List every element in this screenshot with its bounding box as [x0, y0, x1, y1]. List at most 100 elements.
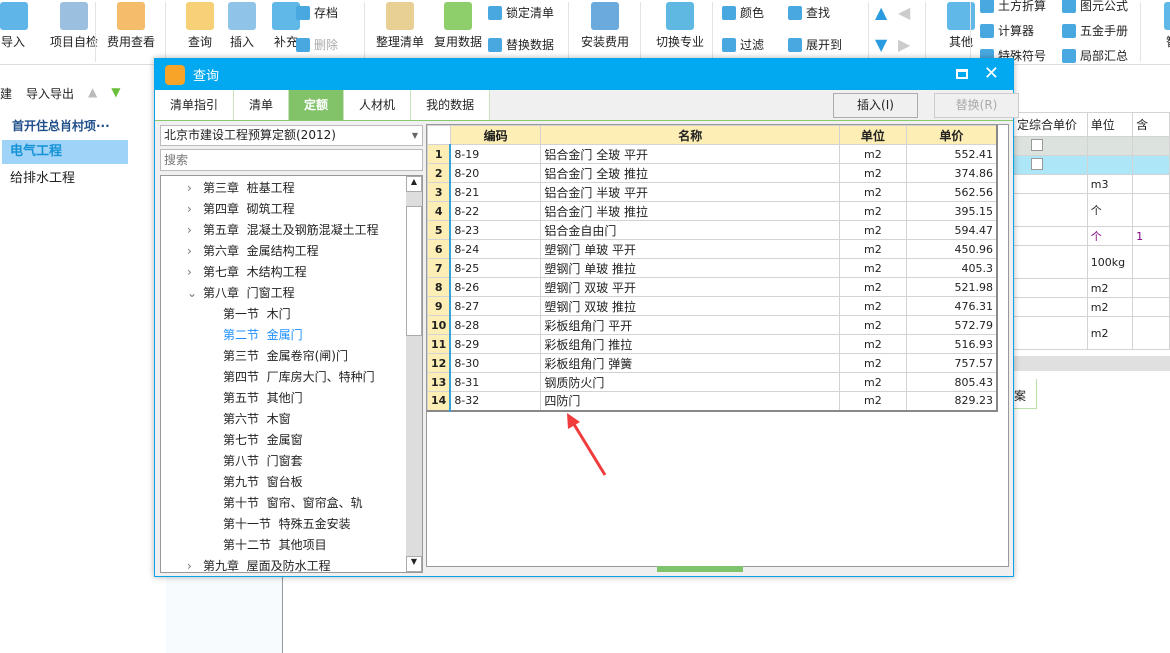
toolbar-button-11[interactable]: 智能 [1150, 2, 1170, 50]
tree-node[interactable]: › 第七章 木结构工程 [161, 262, 422, 283]
toolbar-small-button-7[interactable]: 展开到 [788, 36, 842, 53]
import-export-dropdown[interactable]: 导入导出 [26, 85, 74, 102]
tree-item-electrical[interactable]: 电气工程 [2, 140, 128, 164]
table-row[interactable]: 13 8-31 钢质防火门 m2 805.43 [427, 372, 998, 392]
tree-node[interactable]: › 第三章 桩基工程 [161, 178, 422, 199]
scroll-down-icon[interactable]: ▼ [406, 556, 422, 572]
column-header[interactable]: 名称 [540, 125, 841, 145]
chevron-right-icon[interactable]: › [187, 241, 203, 262]
column-header[interactable]: 编码 [449, 125, 542, 145]
chevron-down-icon[interactable]: ⌄ [187, 283, 203, 304]
table-row[interactable]: 3 8-21 铝合金门 半玻 平开 m2 562.56 [427, 182, 998, 202]
tree-scrollbar[interactable]: ▲ ▼ [406, 176, 422, 572]
arrow-icon[interactable]: ▲ [875, 3, 887, 22]
toolbar-button-2[interactable]: 费用查看 [103, 2, 159, 50]
tree-node[interactable]: › 第四章 砌筑工程 [161, 199, 422, 220]
toolbar-small-button-5[interactable]: 查找 [788, 4, 830, 21]
arrow-icon[interactable]: ▶ [898, 35, 910, 54]
table-row[interactable]: 12 8-30 彩板组角门 弹簧 m2 757.57 [427, 353, 998, 373]
new-dropdown[interactable]: 建 [0, 85, 12, 102]
bg-tab[interactable]: 案 [1013, 379, 1037, 409]
toolbar-divider [568, 2, 569, 62]
toolbar-small-button-6[interactable]: 过滤 [722, 36, 764, 53]
tree-node[interactable]: ⌄ 第八章 门窗工程 [161, 283, 422, 304]
tree-node[interactable]: 第五节 其他门 [161, 388, 422, 409]
move-up-icon[interactable]: ▲ [88, 85, 97, 102]
toolbar-button-6[interactable]: 整理清单 [372, 2, 428, 50]
table-row[interactable]: 8 8-26 塑钢门 双玻 平开 m2 521.98 [427, 277, 998, 297]
toolbar-button-label: 费用查看 [106, 35, 155, 49]
tree-node[interactable]: 第三节 金属卷帘(闸)门 [161, 346, 422, 367]
toolbar-small-button-11[interactable]: 五金手册 [1062, 22, 1128, 39]
table-row[interactable]: 4 8-22 铝合金门 半玻 推拉 m2 395.15 [427, 201, 998, 221]
tree-node[interactable]: › 第五章 混凝土及钢筋混凝土工程 [161, 220, 422, 241]
toolbar-small-button-4[interactable]: 颜色 [722, 4, 764, 21]
maximize-icon[interactable] [956, 69, 968, 79]
tree-node[interactable]: › 第六章 金属结构工程 [161, 241, 422, 262]
scroll-thumb[interactable] [406, 206, 422, 336]
scroll-up-icon[interactable]: ▲ [406, 176, 422, 192]
table-row[interactable]: 1 8-19 铝合金门 全玻 平开 m2 552.41 [427, 144, 998, 164]
tab-0[interactable]: 清单指引 [155, 90, 235, 120]
tree-node[interactable]: 第一节 木门 [161, 304, 422, 325]
column-header[interactable]: 单位 [839, 125, 907, 145]
toolbar-button-7[interactable]: 复用数据 [430, 2, 486, 50]
tree-item-plumbing[interactable]: 给排水工程 [10, 167, 75, 186]
tab-4[interactable]: 我的数据 [411, 90, 491, 120]
toolbar-button-9[interactable]: 切换专业 [652, 2, 708, 50]
chevron-right-icon[interactable]: › [187, 220, 203, 241]
replace-button[interactable]: 替换(R) [934, 93, 1019, 118]
insert-button[interactable]: 插入(I) [833, 93, 918, 118]
toolbar-button-1[interactable]: 项目自检 [46, 2, 102, 50]
table-row[interactable]: 9 8-27 塑钢门 双玻 推拉 m2 476.31 [427, 296, 998, 316]
project-node[interactable]: 首开住总肖村项··· [12, 117, 110, 134]
quota-select[interactable]: 北京市建设工程预算定额(2012) ▼ [160, 125, 423, 146]
chevron-right-icon[interactable]: › [187, 556, 203, 572]
tree-node[interactable]: 第二节 金属门 [161, 325, 422, 346]
tree-node[interactable]: 第十一节 特殊五金安装 [161, 514, 422, 535]
toolbar-small-button-2[interactable]: 锁定清单 [488, 4, 554, 21]
splitter-handle[interactable] [657, 566, 743, 572]
tree-node[interactable]: 第十节 窗帘、窗帘盒、轨 [161, 493, 422, 514]
chevron-right-icon[interactable]: › [187, 262, 203, 283]
table-row[interactable]: 2 8-20 铝合金门 全玻 推拉 m2 374.86 [427, 163, 998, 183]
toolbar-small-button-9[interactable]: 图元公式 [1062, 0, 1128, 14]
chevron-right-icon[interactable]: › [187, 199, 203, 220]
checkbox[interactable] [1031, 138, 1043, 151]
toolbar-small-button-8[interactable]: 土方折算 [980, 0, 1046, 14]
toolbar-small-button-13[interactable]: 局部汇总 [1062, 47, 1128, 64]
chevron-right-icon[interactable]: › [187, 178, 203, 199]
bg-unit: m2 [1086, 278, 1134, 298]
tab-3[interactable]: 人材机 [344, 90, 412, 120]
table-row[interactable]: 5 8-23 铝合金自由门 m2 594.47 [427, 220, 998, 240]
arrow-icon[interactable]: ▼ [875, 35, 887, 54]
tab-2[interactable]: 定额 [289, 90, 345, 120]
tree-node[interactable]: 第六节 木窗 [161, 409, 422, 430]
toolbar-button-8[interactable]: 安装费用 [577, 2, 633, 50]
arrow-icon[interactable]: ◀ [898, 3, 910, 22]
column-header[interactable]: 单价 [905, 125, 998, 145]
table-row[interactable]: 6 8-24 塑钢门 单玻 平开 m2 450.96 [427, 239, 998, 259]
toolbar-icon [0, 2, 28, 30]
move-down-icon[interactable]: ▼ [111, 85, 120, 102]
toolbar-small-button-0[interactable]: 存档 [296, 4, 338, 21]
table-row[interactable]: 11 8-29 彩板组角门 推拉 m2 516.93 [427, 334, 998, 354]
tree-node[interactable]: 第八节 门窗套 [161, 451, 422, 472]
toolbar-small-button-1[interactable]: 删除 [296, 36, 338, 53]
checkbox[interactable] [1031, 157, 1043, 170]
close-icon[interactable]: ✕ [984, 63, 999, 84]
tree-node[interactable]: 第七节 金属窗 [161, 430, 422, 451]
grid-cell: 476.31 [905, 296, 998, 316]
table-row[interactable]: 14 8-32 四防门 m2 829.23 [427, 391, 998, 411]
table-row[interactable]: 7 8-25 塑钢门 单玻 推拉 m2 405.3 [427, 258, 998, 278]
tab-1[interactable]: 清单 [234, 90, 290, 120]
toolbar-small-button-3[interactable]: 替换数据 [488, 36, 554, 53]
tree-node[interactable]: 第九节 窗台板 [161, 472, 422, 493]
table-row[interactable]: 10 8-28 彩板组角门 平开 m2 572.79 [427, 315, 998, 335]
toolbar-button-0[interactable]: 导入 [0, 2, 28, 50]
tree-node[interactable]: › 第九章 屋面及防水工程 [161, 556, 422, 572]
toolbar-small-button-10[interactable]: 计算器 [980, 22, 1034, 39]
search-input[interactable] [160, 149, 423, 171]
tree-node[interactable]: 第十二节 其他项目 [161, 535, 422, 556]
tree-node[interactable]: 第四节 厂库房大门、特种门 [161, 367, 422, 388]
